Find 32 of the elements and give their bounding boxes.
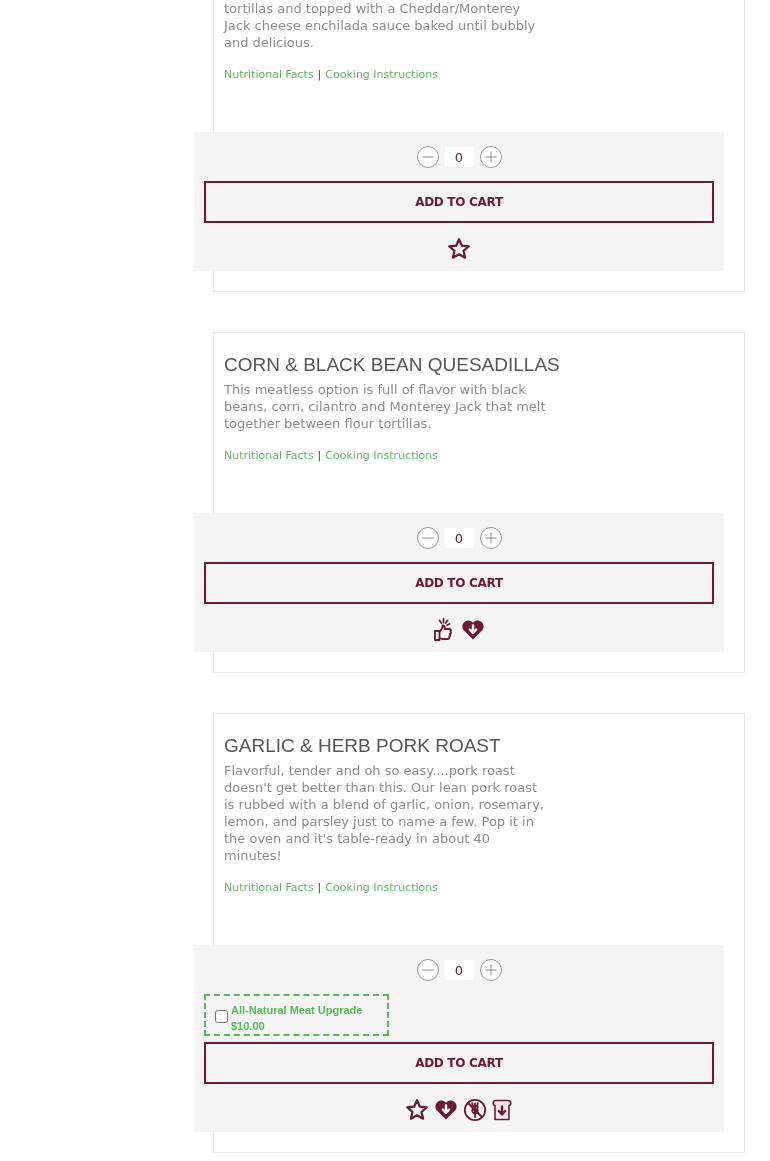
add-to-cart-button[interactable]: ADD TO CART xyxy=(204,1042,714,1084)
link-separator: | xyxy=(317,448,322,464)
decrease-button[interactable] xyxy=(416,959,439,981)
decrease-button[interactable] xyxy=(416,146,439,168)
add-to-cart-button[interactable]: ADD TO CART xyxy=(204,181,714,223)
heart-arrow-icon xyxy=(460,618,486,642)
link-separator: | xyxy=(317,880,322,896)
plus-icon xyxy=(484,532,497,544)
plus-icon xyxy=(484,151,497,163)
star-icon[interactable] xyxy=(447,237,471,261)
upgrade-label: All-Natural Meat Upgrade xyxy=(231,1003,363,1018)
upgrade-price: $10.00 xyxy=(231,1019,265,1034)
quantity-field[interactable]: 0 xyxy=(444,147,474,167)
product-description: tortillas and topped with a Cheddar/Monterey Jack cheese enchilada sauce baked until bubbly and delicious. xyxy=(224,0,537,51)
quantity-field[interactable]: 0 xyxy=(444,528,474,548)
product-description: This meatless option is full of flavor with black beans, corn, cilantro and Monterey Jack that melt together between flour tortillas. xyxy=(224,381,546,432)
decrease-button[interactable] xyxy=(416,527,439,549)
quantity-field[interactable]: 0 xyxy=(444,960,474,980)
plus-icon xyxy=(484,964,497,976)
upgrade-checkbox[interactable] xyxy=(215,1010,228,1023)
heart-arrow-icon xyxy=(433,1098,459,1122)
product-description: Flavorful, tender and oh so easy....pork roast doesn't get better than this. Our lean pork roast is rubbed with a blend of garlic, onion, rosemary, lemon, and parsley just to name a few. Pop it in the oven and it's table-ready in about 40 minutes! xyxy=(224,762,545,864)
product-title: CORN & BLACK BEAN QUESADILLAS xyxy=(224,353,560,377)
star-icon[interactable] xyxy=(405,1098,429,1122)
product-title: GARLIC & HERB PORK ROAST xyxy=(224,734,501,758)
increase-button[interactable] xyxy=(479,959,502,981)
link-separator: | xyxy=(317,67,322,83)
increase-button[interactable] xyxy=(479,527,502,549)
bread-arrow-icon xyxy=(491,1098,513,1122)
no-wheat-icon xyxy=(463,1098,487,1122)
add-to-cart-button[interactable]: ADD TO CART xyxy=(204,562,714,604)
increase-button[interactable] xyxy=(479,146,502,168)
